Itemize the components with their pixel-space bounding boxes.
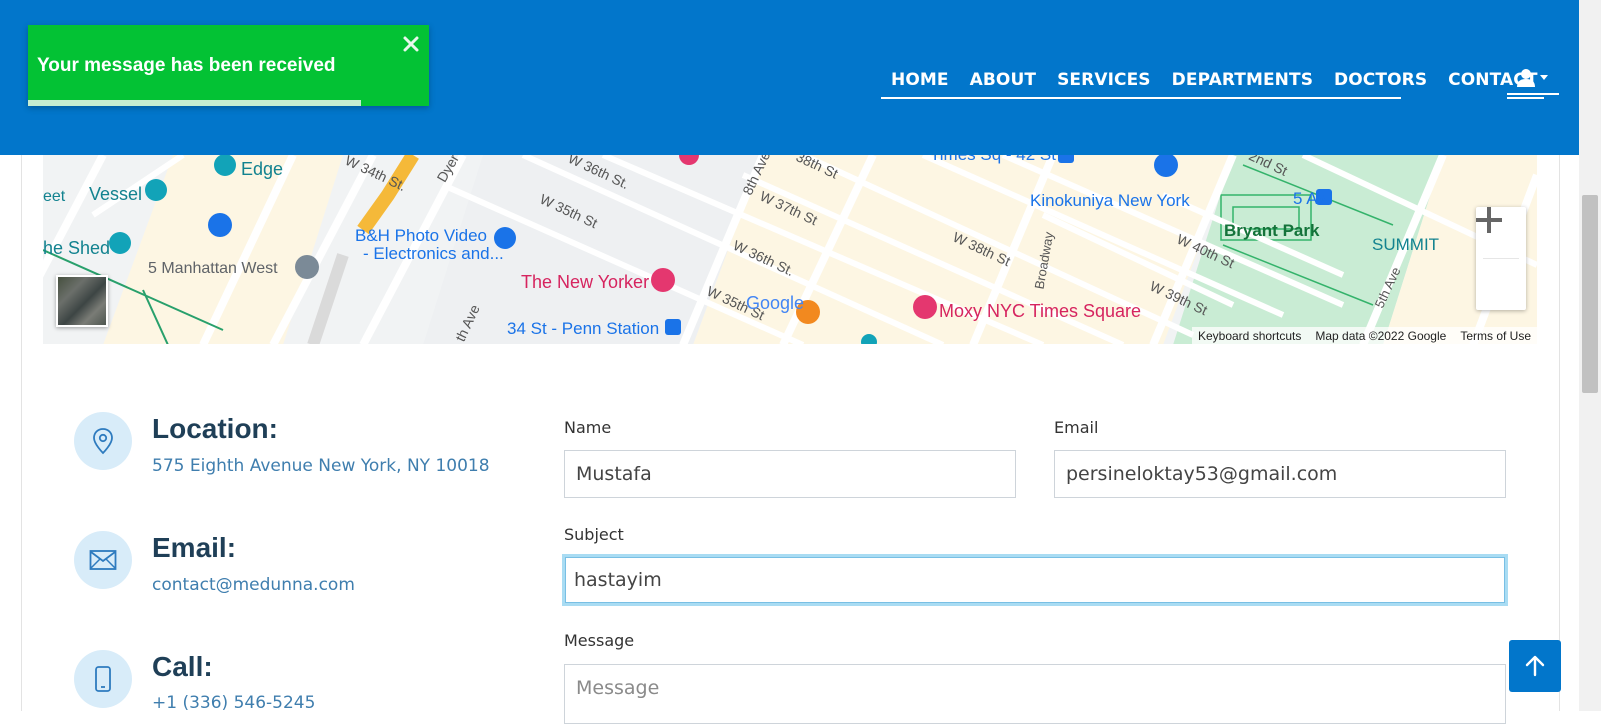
success-toast: Your message has been received — [28, 25, 429, 106]
map-attribution: Keyboard shortcuts Map data ©2022 Google… — [1191, 327, 1537, 344]
map-zoom-controls — [1476, 207, 1526, 310]
message-field[interactable]: Message — [564, 664, 1506, 724]
toast-message: Your message has been received — [37, 55, 336, 76]
nav-departments[interactable]: DEPARTMENTS — [1172, 70, 1313, 90]
nav-doctors[interactable]: DOCTORS — [1334, 70, 1427, 90]
map-label: 5 Manhattan West — [148, 260, 278, 277]
map-label: Edge — [241, 159, 284, 179]
map-label: he Shed — [43, 238, 111, 258]
map-label: The New Yorker — [521, 272, 650, 292]
map-label: - Electronics and... — [363, 244, 504, 263]
phone-icon — [74, 650, 132, 708]
name-field[interactable]: Mustafa — [564, 450, 1016, 498]
location-icon — [74, 412, 132, 470]
map-label: Vessel — [89, 184, 143, 204]
envelope-icon — [74, 531, 132, 589]
name-label: Name — [564, 418, 612, 437]
email-field[interactable]: persineloktay53@gmail.com — [1054, 450, 1506, 498]
map-label: Bryant Park — [1224, 221, 1320, 240]
map-label: B&H Photo Video — [355, 226, 487, 245]
map-label: Kinokuniya New York — [1030, 191, 1190, 210]
email-title: Email: — [152, 532, 237, 563]
map-label: SUMMIT — [1372, 235, 1440, 254]
close-icon[interactable] — [402, 35, 420, 53]
map-label: Times Sq - 42 St — [930, 155, 1056, 165]
call-title: Call: — [152, 651, 213, 682]
scroll-to-top-button[interactable] — [1509, 640, 1561, 692]
map-streets — [43, 155, 1537, 344]
minus-icon — [1476, 218, 1502, 222]
nav-about[interactable]: ABOUT — [970, 70, 1036, 90]
location-address: 575 Eighth Avenue New York, NY 10018 — [152, 456, 490, 476]
user-icon — [1517, 69, 1548, 87]
terms-link[interactable]: Terms of Use — [1460, 329, 1531, 343]
main-nav: HOME ABOUT SERVICES DEPARTMENTS DOCTORS … — [881, 63, 1544, 99]
subject-field[interactable]: hastayim — [562, 554, 1508, 606]
nav-services[interactable]: SERVICES — [1057, 70, 1151, 90]
nav-home[interactable]: HOME — [891, 70, 949, 90]
chevron-down-icon — [1540, 75, 1548, 80]
satellite-toggle[interactable] — [56, 275, 108, 327]
toast-progress-bar — [28, 100, 361, 106]
keyboard-shortcuts-link[interactable]: Keyboard shortcuts — [1198, 329, 1301, 343]
email-label: Email — [1054, 418, 1099, 437]
map-label: Moxy NYC Times Square — [939, 301, 1142, 321]
subject-label: Subject — [564, 525, 624, 544]
google-map[interactable]: Edge Vessel eet he Shed 5 Manhattan West… — [43, 155, 1537, 344]
map-label: 34 St - Penn Station — [507, 319, 660, 338]
message-label: Message — [564, 631, 635, 650]
map-label: 5 Av — [1293, 189, 1326, 208]
map-label: eet — [43, 188, 66, 205]
arrow-up-icon — [1525, 655, 1545, 677]
map-data-text: Map data ©2022 Google — [1315, 328, 1447, 343]
user-menu-toggle[interactable] — [1507, 63, 1559, 95]
scrollbar-thumb[interactable] — [1582, 195, 1598, 393]
email-address: contact@medunna.com — [152, 575, 355, 595]
zoom-out-button[interactable] — [1476, 218, 1526, 310]
location-title: Location: — [152, 413, 278, 444]
call-number: +1 (336) 546-5245 — [152, 693, 316, 713]
google-logo: Google — [746, 293, 805, 313]
page-scrollbar[interactable] — [1579, 0, 1601, 711]
